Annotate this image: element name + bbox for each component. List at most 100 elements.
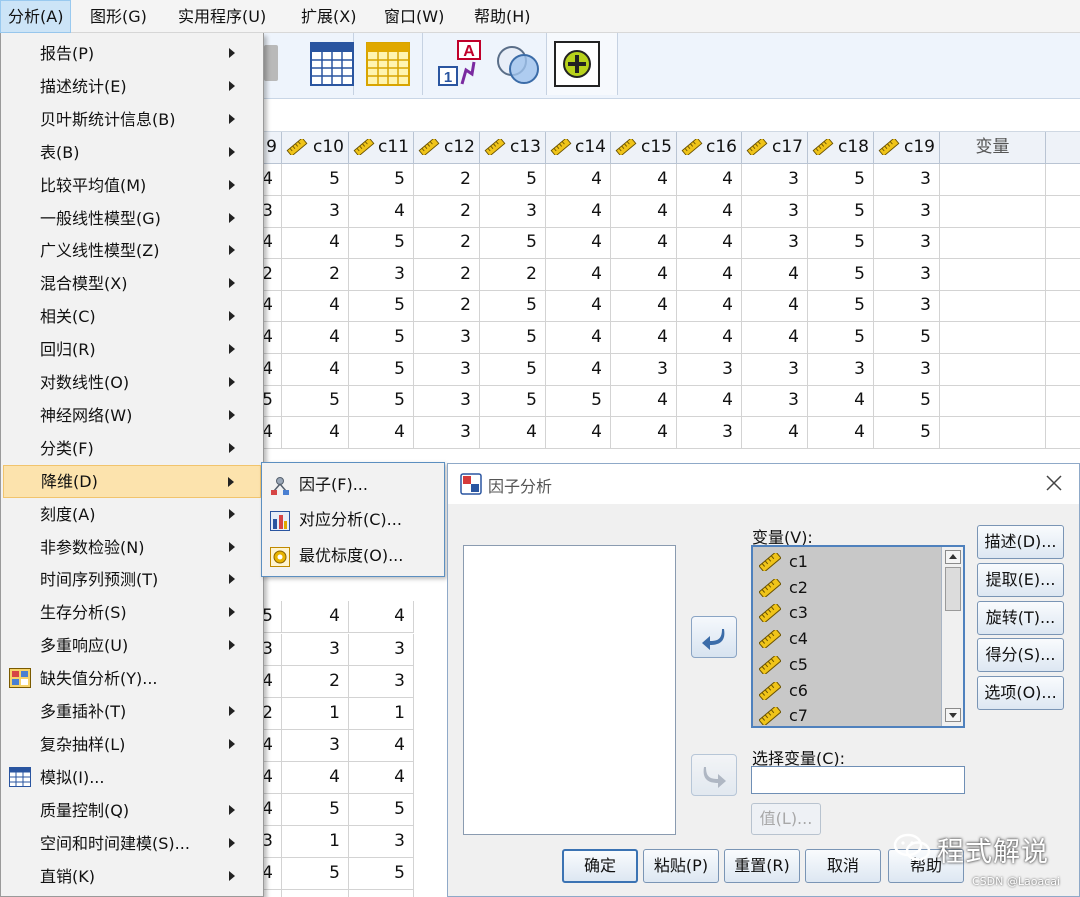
data-cell[interactable]: 2	[480, 259, 546, 291]
value-labels-icon[interactable]: A 1	[436, 40, 486, 88]
analyze-menu-item[interactable]: 刻度(A)	[3, 498, 261, 531]
data-cell[interactable]: 5	[349, 385, 414, 417]
data-cell[interactable]: 4	[262, 794, 282, 826]
data-cell[interactable]	[1046, 164, 1080, 196]
data-cell[interactable]	[1046, 227, 1080, 259]
data-cell[interactable]: 4	[546, 417, 611, 449]
data-cell[interactable]: 5	[349, 164, 414, 196]
data-cell[interactable]: 5	[262, 601, 282, 633]
data-cell[interactable]: 5	[874, 417, 940, 449]
analyze-menu-item[interactable]: 缺失值分析(Y)...	[3, 662, 261, 695]
data-cell[interactable]: 1	[282, 698, 349, 730]
data-cell[interactable]: 5	[282, 385, 349, 417]
value-button[interactable]: 值(L)...	[751, 803, 821, 835]
submenu-item-correspondence[interactable]: 对应分析(C)...	[266, 503, 442, 537]
variable-list-item[interactable]: c6	[759, 678, 808, 704]
data-cell[interactable]: 5	[349, 794, 414, 826]
data-cell[interactable]: 4	[808, 385, 874, 417]
data-cell[interactable]: 2	[414, 164, 480, 196]
data-cell[interactable]: 2	[414, 290, 480, 322]
data-cell[interactable]: 4	[282, 290, 349, 322]
data-cell[interactable]: 4	[611, 164, 677, 196]
data-cell[interactable]: 4	[282, 354, 349, 386]
data-cell[interactable]: 3	[874, 259, 940, 291]
data-cell[interactable]: 3	[349, 666, 414, 698]
toolbar-partial-icon[interactable]	[264, 45, 278, 81]
column-header[interactable]: c18	[808, 132, 874, 164]
data-cell[interactable]: 3	[677, 417, 742, 449]
analyze-menu-item[interactable]: 降维(D)	[3, 465, 261, 498]
data-cell[interactable]: 4	[262, 290, 282, 322]
column-header[interactable]: c10	[282, 132, 349, 164]
data-cell[interactable]	[940, 385, 1046, 417]
data-cell[interactable]: 5	[282, 794, 349, 826]
data-cell[interactable]: 2	[262, 259, 282, 291]
data-cell[interactable]: 2	[414, 227, 480, 259]
move-right-button[interactable]	[691, 754, 737, 796]
data-cell[interactable]: 4	[546, 290, 611, 322]
data-cell[interactable]: 1	[282, 826, 349, 858]
menu-window[interactable]: 窗口(W)	[377, 0, 451, 33]
variable-list-item[interactable]: c3	[759, 600, 808, 626]
data-cell[interactable]: 4	[611, 385, 677, 417]
analyze-menu-item[interactable]: 多重响应(U)	[3, 629, 261, 662]
data-cell[interactable]: 5	[349, 858, 414, 890]
data-cell[interactable]	[940, 354, 1046, 386]
data-cell[interactable]: 3	[414, 354, 480, 386]
variables-list[interactable]: c1 c2 c3 c4 c5 c6 c7	[751, 545, 965, 728]
data-cell[interactable]: 4	[349, 601, 414, 633]
analyze-menu-item[interactable]: 空间和时间建模(S)...	[3, 827, 261, 860]
submenu-item-optimal-scaling[interactable]: 最优标度(O)...	[266, 539, 442, 573]
data-cell[interactable]	[940, 227, 1046, 259]
analyze-menu-item[interactable]: 一般线性模型(G)	[3, 202, 261, 235]
variables-grid-icon[interactable]	[310, 42, 354, 86]
data-cell[interactable]: 4	[262, 417, 282, 449]
data-cell[interactable]: 2	[414, 196, 480, 228]
data-cell[interactable]: 4	[546, 354, 611, 386]
data-cell[interactable]	[1046, 354, 1080, 386]
data-cell[interactable]: 4	[349, 196, 414, 228]
menu-utilities[interactable]: 实用程序(U)	[171, 0, 273, 33]
data-cell[interactable]: 4	[282, 227, 349, 259]
rotation-button[interactable]: 旋转(T)...	[977, 601, 1064, 635]
data-cell[interactable]: 4	[808, 417, 874, 449]
descriptives-button[interactable]: 描述(D)...	[977, 525, 1064, 559]
column-header[interactable]: c19	[874, 132, 940, 164]
data-cell[interactable]	[1046, 417, 1080, 449]
data-cell[interactable]: 3	[874, 196, 940, 228]
menu-extensions[interactable]: 扩展(X)	[294, 0, 363, 33]
data-cell[interactable]: 3	[414, 417, 480, 449]
column-header[interactable]: c17	[742, 132, 808, 164]
data-cell[interactable]: 3	[349, 259, 414, 291]
data-cell[interactable]: 5	[349, 227, 414, 259]
analyze-menu-item[interactable]: 分类(F)	[3, 432, 261, 465]
analyze-menu-item[interactable]: 贝叶斯统计信息(B)	[3, 103, 261, 136]
data-cell[interactable]: 5	[349, 322, 414, 354]
data-cell[interactable]: 3	[742, 196, 808, 228]
analyze-menu-item[interactable]: 复杂抽样(L)	[3, 728, 261, 761]
menu-graphs[interactable]: 图形(G)	[83, 0, 154, 33]
data-cell[interactable]: 4	[262, 322, 282, 354]
data-cell[interactable]: 2	[262, 698, 282, 730]
column-header[interactable]: c15	[611, 132, 677, 164]
data-cell[interactable]: 4	[480, 417, 546, 449]
data-cell[interactable]: 4	[262, 858, 282, 890]
data-cell[interactable]: 4	[349, 417, 414, 449]
data-cell[interactable]: 4	[611, 417, 677, 449]
data-cell[interactable]: 4	[282, 322, 349, 354]
data-cell[interactable]: 5	[480, 290, 546, 322]
data-cell[interactable]: 4	[677, 290, 742, 322]
data-cell[interactable]: 5	[480, 354, 546, 386]
column-header[interactable]: c16	[677, 132, 742, 164]
analyze-menu-item[interactable]: 对数线性(O)	[3, 366, 261, 399]
menu-help[interactable]: 帮助(H)	[467, 0, 538, 33]
menu-analyze[interactable]: 分析(A)	[0, 0, 72, 33]
data-cell[interactable]: 3	[742, 227, 808, 259]
analyze-menu-item[interactable]: 回归(R)	[3, 333, 261, 366]
analyze-menu-item[interactable]: 相关(C)	[3, 300, 261, 333]
data-cell[interactable]: 3	[808, 354, 874, 386]
selection-variable-input[interactable]	[751, 766, 965, 794]
data-cell[interactable]: 3	[262, 196, 282, 228]
scroll-down-icon[interactable]	[945, 708, 961, 722]
data-cell[interactable]	[940, 322, 1046, 354]
